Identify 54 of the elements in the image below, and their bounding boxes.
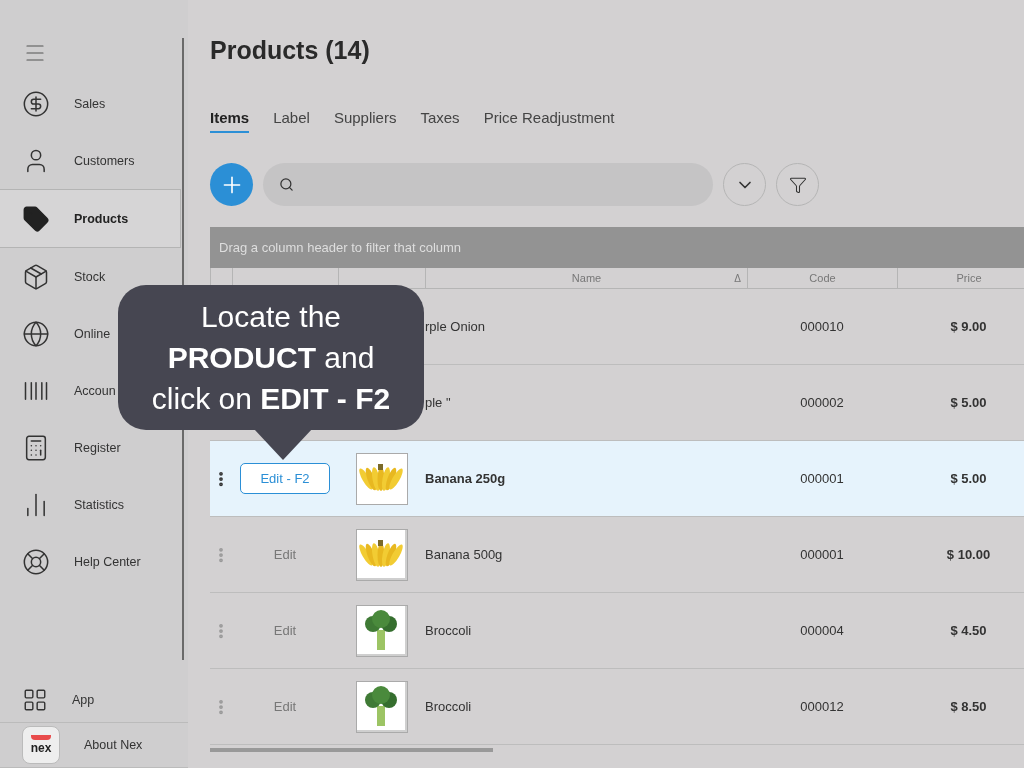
tooltip-text: click on EDIT - F2 (151, 381, 391, 417)
table-row[interactable]: Edit Broccoli 000004 $ 4.50 (210, 593, 1024, 669)
sidebar-item[interactable]: Statistics (0, 476, 180, 533)
table-cell-text: Banana 500g (425, 547, 504, 562)
sidebar-item[interactable]: nex About Nex (0, 723, 188, 768)
table-cell-text: rple Onion (425, 319, 486, 334)
box-icon (22, 262, 50, 291)
table-cell-text: 000010 (799, 319, 845, 334)
table-cell-text: $ 5.00 (949, 471, 988, 486)
scrollbar[interactable] (210, 748, 493, 752)
table-cell-text: Broccoli (425, 699, 473, 714)
tab[interactable]: Taxes (420, 109, 460, 133)
sidebar-item[interactable]: Help Center (0, 533, 180, 590)
sidebar-item[interactable]: Products (0, 189, 181, 248)
globe-icon (22, 319, 50, 348)
edit-button[interactable]: Edit - F2 (240, 463, 330, 494)
sidebar-item[interactable]: Stock (0, 248, 180, 305)
tooltip-text: Locate the (200, 299, 342, 335)
tab[interactable]: Label (273, 109, 310, 133)
app-logo: nex (22, 726, 60, 764)
table-cell-text: $ 5.00 (949, 395, 988, 410)
tab[interactable]: Items (210, 109, 250, 133)
dollar-icon (22, 89, 50, 118)
table-cell-text: Banana 250g (425, 471, 507, 486)
tab[interactable]: Suppliers (333, 109, 397, 133)
sidebar-item[interactable]: Register (0, 419, 180, 476)
grid-icon (22, 687, 48, 713)
sidebar-item[interactable]: Sales (0, 75, 180, 132)
table-cell-text: $ 4.50 (949, 623, 988, 638)
table-cell-text: $ 9.00 (949, 319, 988, 334)
table-cell-text: Broccoli (425, 623, 473, 638)
table-row[interactable]: Edit - F2 Banana 250g 000001 $ 5.00 (210, 441, 1024, 517)
tag-icon (22, 204, 50, 233)
table-cell-text: 000001 (799, 547, 845, 562)
lifebuoy-icon (22, 547, 50, 576)
table-row[interactable]: Edit Broccoli 000012 $ 8.50 (210, 669, 1024, 745)
table-cell-text: ple " (425, 395, 452, 410)
add-button[interactable] (210, 163, 253, 206)
table-cell-text: $ 8.50 (949, 699, 988, 714)
tab[interactable]: Price Readjustment (483, 109, 615, 133)
table-row[interactable]: Edit Banana 500g 000001 $ 10.00 (210, 517, 1024, 593)
table-cell-text: 000002 (799, 395, 845, 410)
table-cell-text: 000012 (799, 699, 845, 714)
search-icon (279, 177, 294, 192)
search-field[interactable] (263, 163, 713, 206)
page-title: Products (14) (210, 36, 371, 65)
tooltip-text: PRODUCT and (167, 340, 375, 376)
table-cell-text: 000001 (799, 471, 845, 486)
table-cell-text: $ 10.00 (945, 547, 992, 562)
group-panel: Drag a column header to filter that column (210, 227, 1024, 268)
table-cell-text: 000004 (799, 623, 845, 638)
sidebar-item[interactable]: App (0, 678, 188, 723)
filter-icon (788, 175, 807, 194)
sidebar-item[interactable]: Customers (0, 132, 180, 189)
